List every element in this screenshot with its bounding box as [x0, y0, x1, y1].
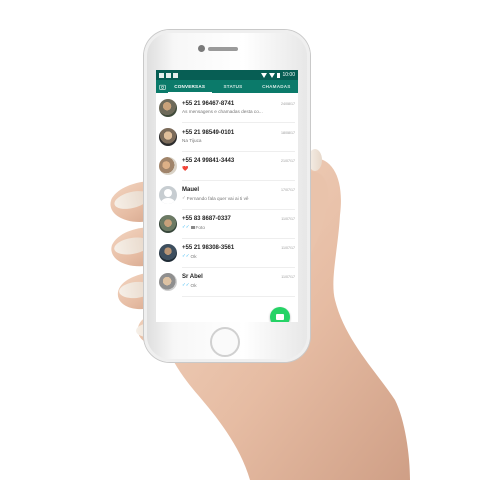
chat-item[interactable]: +55 21 98308-3561 11/07/17 ✓✓ Ok [156, 238, 298, 268]
tab-chamadas[interactable]: CHAMADAS [255, 84, 298, 89]
thumb-nail [308, 149, 322, 171]
status-time: 10:00 [282, 72, 295, 78]
chat-time: 11/07/17 [281, 246, 295, 250]
tools-icon [173, 72, 178, 78]
facebook-icon [159, 72, 164, 78]
tab-conversas[interactable]: CONVERSAS [168, 84, 211, 89]
status-bar: 10:00 [156, 70, 298, 80]
chat-item[interactable]: Sr Abel 11/07/17 ✓✓ Ok [156, 267, 298, 297]
chat-item[interactable]: +55 21 98549-0101 18/08/17 Na Tijuca [156, 122, 298, 152]
chat-name: +55 83 8687-0337 [182, 216, 231, 222]
chat-name: Mauel [182, 187, 200, 193]
default-avatar-head [164, 188, 172, 197]
chat-time: 11/07/17 [281, 217, 295, 221]
chat-time: 17/07/17 [281, 188, 295, 192]
photo-icon [190, 225, 195, 229]
chat-name: Sr Abel [182, 274, 203, 280]
read-tick-icon: ✓✓ [182, 253, 190, 258]
front-camera [198, 45, 205, 52]
signal-icon [269, 72, 276, 78]
camera-icon[interactable] [156, 84, 168, 90]
chat-time: 11/07/17 [281, 275, 295, 279]
chat-item[interactable]: +55 24 99841-3443 21/07/17 ❤️ [156, 151, 298, 181]
chat-item[interactable]: Mauel 17/07/17 ✓ Fernando fala quer vai … [156, 180, 298, 210]
tab-bar: CONVERSAS STATUS CHAMADAS [156, 80, 298, 93]
avatar [159, 272, 177, 291]
chat-time: 24/08/17 [281, 101, 295, 106]
avatar [159, 243, 177, 262]
chat-preview: Ok [190, 282, 197, 288]
phone-home-button[interactable] [210, 327, 240, 357]
wifi-icon [261, 72, 268, 78]
chat-name: +55 21 98549-0101 [182, 129, 235, 136]
read-tick-icon: ✓✓ [182, 224, 190, 229]
chat-preview: Na Tijuca [182, 137, 202, 143]
sent-tick-icon: ✓ [182, 195, 186, 200]
chat-time: 18/08/17 [281, 130, 295, 135]
new-chat-icon [276, 314, 284, 320]
tab-status[interactable]: STATUS [211, 84, 254, 89]
avatar [159, 156, 177, 175]
chat-name: +55 24 99841-3443 [182, 158, 235, 164]
chat-name: +55 21 98308-3561 [182, 245, 235, 251]
avatar [159, 98, 177, 117]
chat-preview: Ok [190, 253, 197, 259]
gallery-icon [166, 72, 171, 78]
avatar [159, 185, 177, 204]
chat-item[interactable]: +55 21 96467-8741 24/08/17 As mensagens … [156, 93, 298, 123]
avatar [159, 214, 177, 233]
chat-name: +55 21 96467-8741 [182, 100, 235, 107]
chat-list: +55 21 96467-8741 24/08/17 As mensagens … [156, 93, 298, 297]
phone-screen: 10:00 CONVERSAS STATUS CHAMADAS +55 21 9 [156, 70, 298, 322]
chat-time: 21/07/17 [281, 159, 295, 163]
avatar [159, 127, 177, 146]
chat-preview: Foto [195, 224, 205, 230]
default-avatar-body [161, 197, 175, 204]
chat-preview: Fernando fala quer vai ai ti vê [186, 195, 249, 201]
read-tick-icon: ✓✓ [182, 282, 190, 287]
battery-icon [277, 72, 281, 78]
chat-preview: As mensagens e chamadas desta co... [182, 108, 263, 114]
chat-preview: ❤️ [182, 166, 189, 172]
scene: 10:00 CONVERSAS STATUS CHAMADAS +55 21 9 [0, 0, 500, 500]
phone-device: 10:00 CONVERSAS STATUS CHAMADAS +55 21 9 [144, 30, 310, 362]
new-chat-button[interactable] [270, 307, 290, 322]
chat-item[interactable]: +55 83 8687-0337 11/07/17 ✓✓ Foto [156, 209, 298, 239]
earpiece-speaker [208, 47, 238, 51]
